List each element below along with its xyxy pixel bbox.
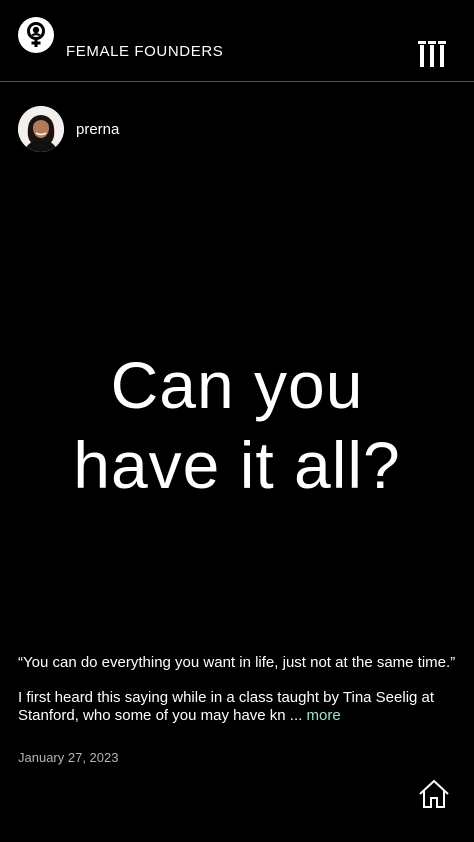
post-title-line: Can you [110, 348, 364, 422]
home-icon[interactable] [417, 778, 451, 810]
post-title-line: have it all? [73, 428, 401, 502]
post-date: January 27, 2023 [18, 750, 119, 765]
menu-bars-icon[interactable] [418, 41, 446, 69]
author-name[interactable]: prerna [76, 121, 119, 138]
female-symbol-icon[interactable] [18, 17, 54, 53]
post-title[interactable]: Can you have it all? [0, 345, 474, 505]
post-excerpt-text: I first heard this saying while in a cla… [18, 689, 435, 724]
post-quote: “You can do everything you want in life,… [18, 654, 456, 671]
avatar[interactable] [18, 106, 64, 152]
brand-name[interactable]: FEMALE FOUNDERS [66, 43, 223, 61]
post-excerpt-paragraph: I first heard this saying while in a cla… [18, 689, 458, 725]
post-excerpt: “You can do everything you want in life,… [18, 654, 458, 725]
more-link[interactable]: more [306, 707, 340, 724]
top-bar: FEMALE FOUNDERS [0, 0, 474, 82]
